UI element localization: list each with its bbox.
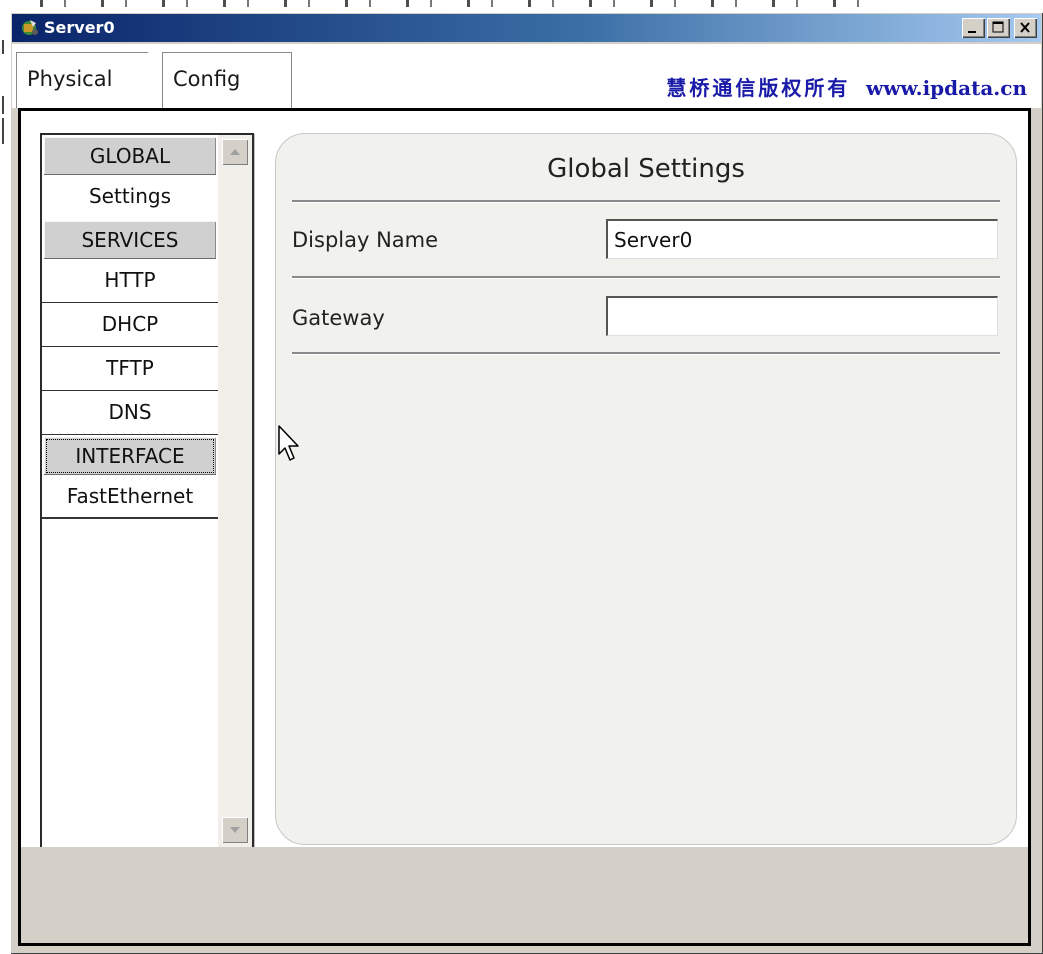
copyright-banner: 慧桥通信版权所有 www.ipdata.cn bbox=[666, 72, 1027, 101]
banner-url: www.ipdata.cn bbox=[865, 76, 1027, 100]
bottom-area bbox=[21, 847, 1028, 943]
gateway-input[interactable] bbox=[606, 296, 998, 336]
display-name-input[interactable] bbox=[606, 219, 998, 259]
divider bbox=[292, 352, 1000, 354]
nav-list: GLOBAL Settings SERVICES HTTP DHCP TFTP … bbox=[42, 135, 218, 519]
edge-tick bbox=[2, 40, 4, 54]
mouse-cursor-icon bbox=[278, 425, 299, 461]
tab-physical[interactable]: Physical bbox=[16, 52, 148, 108]
minimize-button[interactable] bbox=[962, 18, 985, 38]
maximize-button[interactable] bbox=[987, 18, 1010, 38]
banner-cn-text: 慧桥通信版权所有 bbox=[666, 76, 851, 100]
nav-item-dns[interactable]: DNS bbox=[42, 391, 218, 435]
maximize-icon bbox=[992, 21, 1004, 33]
tab-bar: Physical Config 慧桥通信版权所有 www.ipdata.cn bbox=[12, 44, 1041, 108]
desktop-strip-text bbox=[40, 0, 870, 7]
server-config-window: Server0 Physical Config 慧桥通信版权所有 www.ipd… bbox=[10, 12, 1043, 954]
panel-title: Global Settings bbox=[547, 154, 745, 184]
nav-item-dhcp[interactable]: DHCP bbox=[42, 303, 218, 347]
nav-header-services[interactable]: SERVICES bbox=[44, 221, 216, 259]
nav-item-fastethernet[interactable]: FastEthernet bbox=[42, 475, 218, 519]
edge-tick bbox=[2, 118, 4, 144]
close-icon bbox=[1020, 22, 1030, 33]
window-title: Server0 bbox=[44, 18, 115, 37]
edge-tick bbox=[2, 96, 4, 114]
nav-item-settings[interactable]: Settings bbox=[42, 175, 218, 219]
config-nav: GLOBAL Settings SERVICES HTTP DHCP TFTP … bbox=[40, 133, 254, 851]
scroll-down-button[interactable] bbox=[222, 817, 248, 843]
scroll-up-button[interactable] bbox=[222, 139, 248, 165]
nav-header-interface[interactable]: INTERFACE bbox=[44, 437, 216, 475]
arrow-down-icon bbox=[230, 827, 240, 833]
gateway-label: Gateway bbox=[292, 306, 385, 330]
minimize-icon bbox=[968, 31, 976, 33]
divider bbox=[292, 200, 1000, 202]
global-settings-panel: Global Settings Display Name Gateway bbox=[275, 133, 1017, 845]
title-bar[interactable]: Server0 bbox=[12, 14, 1041, 42]
nav-item-tftp[interactable]: TFTP bbox=[42, 347, 218, 391]
display-name-label: Display Name bbox=[292, 228, 439, 252]
desktop-left-edge bbox=[0, 10, 10, 954]
config-content: GLOBAL Settings SERVICES HTTP DHCP TFTP … bbox=[18, 108, 1031, 946]
divider bbox=[292, 276, 1000, 278]
nav-item-http[interactable]: HTTP bbox=[42, 259, 218, 303]
nav-scrollbar[interactable] bbox=[218, 135, 252, 849]
nav-header-global[interactable]: GLOBAL bbox=[44, 137, 216, 175]
server-icon bbox=[20, 18, 40, 38]
tab-config[interactable]: Config bbox=[162, 52, 292, 108]
desktop-strip bbox=[0, 0, 1043, 10]
arrow-up-icon bbox=[230, 149, 240, 155]
close-button[interactable] bbox=[1014, 18, 1037, 38]
